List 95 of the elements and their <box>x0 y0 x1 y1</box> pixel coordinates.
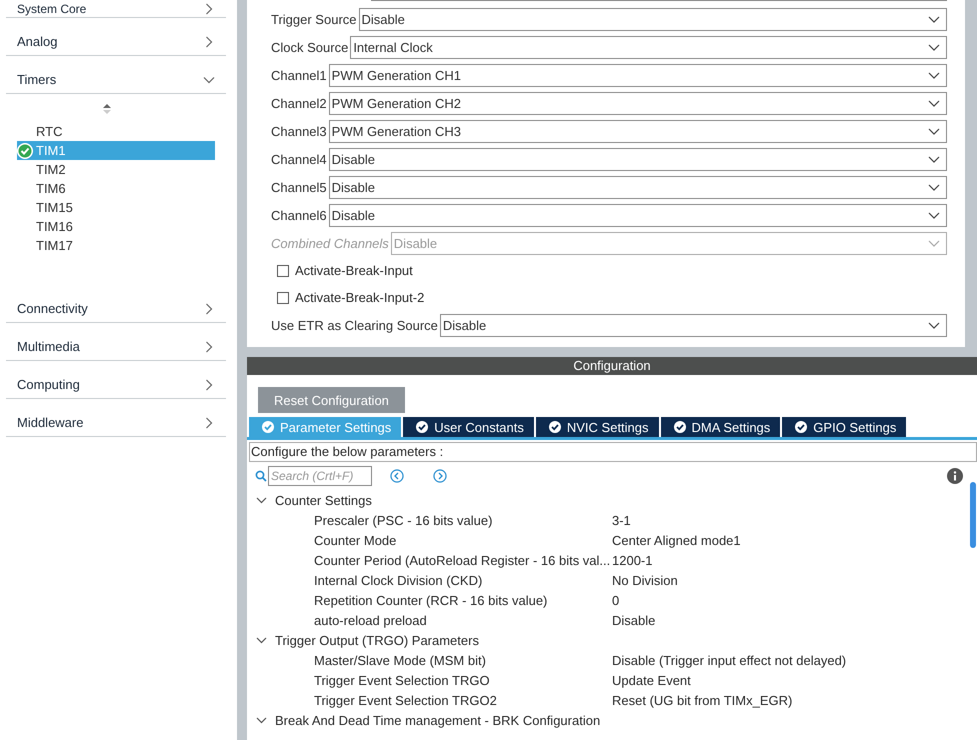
category-header[interactable]: Middleware <box>6 399 226 437</box>
chevron-down-icon <box>928 16 940 22</box>
category-header[interactable]: Multimedia <box>6 323 226 361</box>
parameter-name: Trigger Event Selection TRGO2 <box>314 692 498 708</box>
chevron-down-icon <box>928 212 940 218</box>
parameter-value[interactable]: Reset (UG bit from TIMx_EGR) <box>612 692 792 708</box>
chevron-right-icon <box>203 2 215 14</box>
checkbox[interactable] <box>277 292 289 304</box>
parameter-value[interactable]: Disable (Trigger input effect not delayed) <box>612 652 846 668</box>
field-label: Clock Source <box>271 40 348 54</box>
dropdown-field[interactable]: Disable <box>328 176 947 198</box>
info-icon[interactable] <box>947 468 963 484</box>
check-icon <box>262 421 274 433</box>
group-title: Break And Dead Time management - BRK Configuration <box>275 712 600 728</box>
checkbox-label: Activate-Break-Input-2 <box>295 290 424 305</box>
parameter-value[interactable]: 1200-1 <box>612 552 652 568</box>
chevron-right-icon <box>203 340 215 352</box>
chevron-right-icon <box>203 416 215 428</box>
dropdown-field[interactable]: PWM Generation CH1 <box>328 64 947 86</box>
parameter-name: Master/Slave Mode (MSM bit) <box>314 652 487 668</box>
peripheral-item[interactable]: TIM6 <box>17 179 215 198</box>
field-label: Channel6 <box>271 208 327 222</box>
scrollbar-thumb[interactable] <box>970 482 976 548</box>
chevron-down-icon <box>928 156 940 162</box>
parameter-name: Repetition Counter (RCR - 16 bits value) <box>314 592 548 608</box>
check-icon <box>674 421 686 433</box>
field-label: Channel4 <box>271 152 327 166</box>
parameter-value[interactable]: Update Event <box>612 672 691 688</box>
checkbox-label: Activate-Break-Input <box>295 263 413 278</box>
tab[interactable]: DMA Settings <box>660 417 780 437</box>
chevron-down-icon <box>928 322 940 328</box>
dropdown-field[interactable]: Disable <box>328 204 947 226</box>
chevron-down-icon[interactable] <box>256 634 267 646</box>
category-header[interactable]: Timers <box>6 56 226 94</box>
field-label: Use ETR as Clearing Source <box>271 318 438 332</box>
peripheral-item[interactable]: RTC <box>17 122 215 141</box>
category-header[interactable]: Connectivity <box>6 285 226 323</box>
tab[interactable]: User Constants <box>403 417 534 437</box>
peripheral-item[interactable]: TIM16 <box>17 217 215 236</box>
parameter-value[interactable]: Disable <box>612 612 656 628</box>
dropdown-field[interactable]: PWM Generation CH3 <box>328 120 947 142</box>
chevron-down-icon[interactable] <box>256 494 267 506</box>
chevron-down-icon <box>928 44 940 50</box>
previous-icon[interactable] <box>390 469 404 483</box>
group-title: Counter Settings <box>275 492 372 508</box>
dropdown-field[interactable]: PWM Generation CH2 <box>328 92 947 114</box>
parameter-value[interactable]: Center Aligned mode1 <box>612 532 741 548</box>
chevron-down-icon <box>928 184 940 190</box>
panel-title-bar: Configuration <box>247 357 977 375</box>
search-field[interactable]: Search (Crtl+F) <box>268 466 372 486</box>
hint-bar: Configure the below parameters : <box>249 442 977 462</box>
parameter-value[interactable]: No Division <box>612 572 678 588</box>
field-label: Channel1 <box>271 68 327 82</box>
parameter-name: Prescaler (PSC - 16 bits value) <box>314 512 494 528</box>
search-icon <box>255 470 267 482</box>
dropdown-field[interactable]: Disable <box>358 8 947 30</box>
chevron-down-icon <box>928 72 940 78</box>
chevron-down-icon <box>928 128 940 134</box>
checkbox[interactable] <box>277 264 289 276</box>
field-label: Combined Channels <box>271 236 389 250</box>
parameter-name: auto-reload preload <box>314 612 428 628</box>
check-icon <box>17 142 33 158</box>
peripheral-item[interactable]: TIM15 <box>17 198 215 217</box>
field-label: Channel5 <box>271 180 327 194</box>
field-label: Channel2 <box>271 96 327 110</box>
chevron-right-icon <box>203 302 215 314</box>
parameter-name: Counter Period (AutoReload Register - 16 bits val... <box>314 552 612 568</box>
sort-icon[interactable] <box>103 104 111 114</box>
chevron-down-icon <box>928 240 940 246</box>
category-header[interactable]: Analog <box>6 18 226 56</box>
parameter-value[interactable]: 3-1 <box>612 512 631 528</box>
group-title: Trigger Output (TRGO) Parameters <box>275 632 479 648</box>
dropdown-field[interactable]: Internal Clock <box>350 36 947 58</box>
check-icon <box>548 421 561 433</box>
peripheral-item[interactable]: TIM2 <box>17 160 215 179</box>
parameter-name: Trigger Event Selection TRGO <box>314 672 491 688</box>
tab[interactable]: GPIO Settings <box>782 417 906 437</box>
field-label: Channel3 <box>271 124 327 138</box>
category-header[interactable]: Computing <box>6 361 226 399</box>
dropdown-field[interactable]: Disable <box>328 148 947 170</box>
field-label: Trigger Source <box>271 12 356 26</box>
check-icon <box>795 421 808 433</box>
dropdown-field[interactable]: Disable <box>440 314 947 336</box>
chevron-down-icon <box>928 100 940 106</box>
next-icon[interactable] <box>433 469 447 483</box>
peripheral-item[interactable]: TIM17 <box>17 236 215 255</box>
tab[interactable]: NVIC Settings <box>536 417 659 437</box>
parameter-name: Counter Mode <box>314 532 398 548</box>
check-icon <box>416 421 428 433</box>
parameter-name: Internal Clock Division (CKD) <box>314 572 484 588</box>
chevron-right-icon <box>203 378 215 390</box>
parameter-value[interactable]: 0 <box>612 592 620 608</box>
category-header[interactable]: System Core <box>6 0 226 18</box>
chevron-down-icon[interactable] <box>256 714 267 726</box>
chevron-right-icon <box>203 36 215 48</box>
